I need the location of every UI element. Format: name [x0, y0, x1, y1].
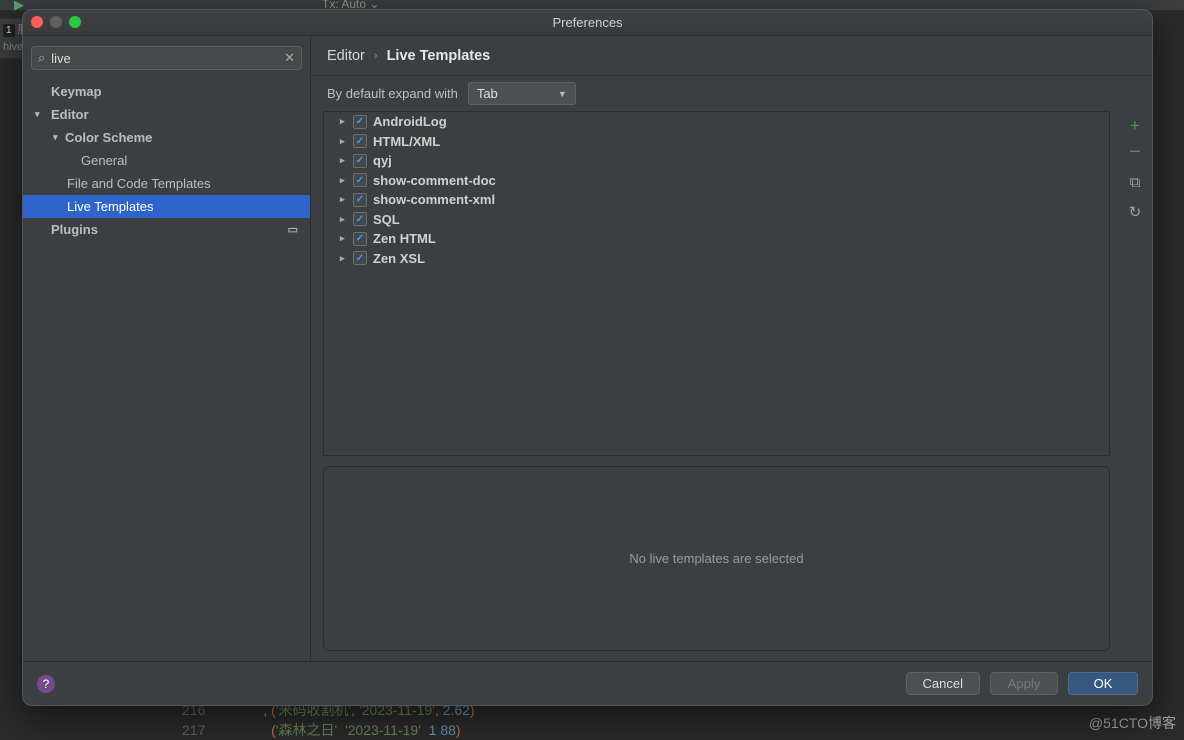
tree-live-templates[interactable]: Live Templates — [23, 195, 310, 218]
tree-general[interactable]: General — [23, 149, 310, 172]
empty-message: No live templates are selected — [629, 551, 803, 566]
breadcrumb-root[interactable]: Editor — [327, 48, 365, 64]
search-input[interactable] — [51, 51, 284, 66]
expand-with-row: By default expand with Tab ▼ — [311, 76, 1152, 111]
editor-code: 216, ('米码收割机', '2023-11-19', 2.62) 217 (… — [182, 700, 1184, 740]
window-controls — [31, 16, 81, 28]
server-badge: 1 — [3, 24, 15, 37]
group-name: SQL — [373, 212, 400, 227]
template-group[interactable]: ▸ ✓ show-comment-xml — [324, 190, 1109, 210]
chevron-right-icon: ▸ — [340, 136, 349, 147]
settings-tree: Keymap ▾Editor ▾Color Scheme General Fil… — [23, 76, 310, 661]
group-name: qyj — [373, 153, 392, 168]
titlebar[interactable]: Preferences — [23, 10, 1152, 36]
close-icon[interactable] — [31, 16, 43, 28]
template-group[interactable]: ▸ ✓ Zen HTML — [324, 229, 1109, 249]
group-name: Zen HTML — [373, 231, 436, 246]
tree-plugins[interactable]: Plugins▭ — [23, 218, 310, 241]
expand-label: By default expand with — [327, 86, 458, 101]
chevron-right-icon: ▸ — [340, 214, 349, 225]
copy-icon[interactable]: ⧉ — [1126, 173, 1144, 191]
chevron-right-icon: ▸ — [340, 175, 349, 186]
breadcrumb: Editor › Live Templates — [311, 36, 1152, 76]
chevron-right-icon: ▸ — [340, 233, 349, 244]
preview-panel: No live templates are selected — [323, 466, 1110, 651]
search-icon: ⌕ — [38, 50, 45, 66]
breadcrumb-current: Live Templates — [387, 48, 491, 64]
group-checkbox[interactable]: ✓ — [353, 193, 367, 207]
template-group[interactable]: ▸ ✓ HTML/XML — [324, 132, 1109, 152]
group-name: show-comment-xml — [373, 192, 495, 207]
apply-button: Apply — [990, 672, 1058, 695]
expand-value: Tab — [477, 86, 498, 101]
cancel-button[interactable]: Cancel — [906, 672, 980, 695]
group-checkbox[interactable]: ✓ — [353, 154, 367, 168]
template-group[interactable]: ▸ ✓ SQL — [324, 210, 1109, 230]
group-checkbox[interactable]: ✓ — [353, 212, 367, 226]
group-checkbox[interactable]: ✓ — [353, 173, 367, 187]
add-icon[interactable]: + — [1126, 117, 1144, 135]
chevron-down-icon: ▾ — [35, 109, 40, 120]
group-checkbox[interactable]: ✓ — [353, 134, 367, 148]
watermark: @51CTO博客 — [1089, 713, 1176, 733]
line-number: 217 — [182, 722, 205, 738]
chevron-down-icon: ▼ — [558, 89, 567, 99]
maximize-icon[interactable] — [69, 16, 81, 28]
footer: ? Cancel Apply OK — [23, 661, 1152, 705]
expand-select[interactable]: Tab ▼ — [468, 82, 576, 105]
chevron-right-icon: ▸ — [340, 155, 349, 166]
template-group[interactable]: ▸ ✓ show-comment-doc — [324, 171, 1109, 191]
gear-icon[interactable]: ▭ — [288, 223, 298, 236]
group-name: Zen XSL — [373, 251, 425, 266]
group-name: AndroidLog — [373, 114, 447, 129]
sidebar: ⌕ ✕ Keymap ▾Editor ▾Color Scheme General… — [23, 36, 311, 661]
main-panel: Editor › Live Templates By default expan… — [311, 36, 1152, 661]
remove-icon[interactable]: − — [1126, 143, 1144, 161]
group-checkbox[interactable]: ✓ — [353, 232, 367, 246]
preferences-window: Preferences ⌕ ✕ Keymap ▾Editor ▾Color Sc… — [22, 9, 1153, 706]
template-group[interactable]: ▸ ✓ Zen XSL — [324, 249, 1109, 269]
group-checkbox[interactable]: ✓ — [353, 115, 367, 129]
tree-file-code-templates[interactable]: File and Code Templates — [23, 172, 310, 195]
template-group-list[interactable]: ▸ ✓ AndroidLog ▸ ✓ HTML/XML ▸ ✓ qyj ▸ ✓ show-commen… — [323, 111, 1110, 456]
clear-search-icon[interactable]: ✕ — [284, 50, 295, 66]
window-title: Preferences — [552, 15, 622, 30]
group-checkbox[interactable]: ✓ — [353, 251, 367, 265]
preferences-body: ⌕ ✕ Keymap ▾Editor ▾Color Scheme General… — [23, 36, 1152, 661]
group-name: HTML/XML — [373, 134, 440, 149]
tree-color-scheme[interactable]: ▾Color Scheme — [23, 126, 310, 149]
help-button[interactable]: ? — [37, 675, 55, 693]
group-name: show-comment-doc — [373, 173, 496, 188]
template-group[interactable]: ▸ ✓ AndroidLog — [324, 112, 1109, 132]
chevron-right-icon: › — [374, 50, 378, 62]
chevron-right-icon: ▸ — [340, 253, 349, 264]
restore-icon[interactable]: ↻ — [1126, 203, 1144, 221]
chevron-down-icon: ▾ — [53, 132, 58, 143]
template-group[interactable]: ▸ ✓ qyj — [324, 151, 1109, 171]
tree-keymap[interactable]: Keymap — [23, 80, 310, 103]
chevron-right-icon: ▸ — [340, 194, 349, 205]
chevron-right-icon: ▸ — [340, 116, 349, 127]
tree-editor[interactable]: ▾Editor — [23, 103, 310, 126]
ok-button[interactable]: OK — [1068, 672, 1138, 695]
list-actions: + − ⧉ ↻ — [1118, 111, 1152, 661]
search-box[interactable]: ⌕ ✕ — [31, 46, 302, 70]
minimize-icon[interactable] — [50, 16, 62, 28]
